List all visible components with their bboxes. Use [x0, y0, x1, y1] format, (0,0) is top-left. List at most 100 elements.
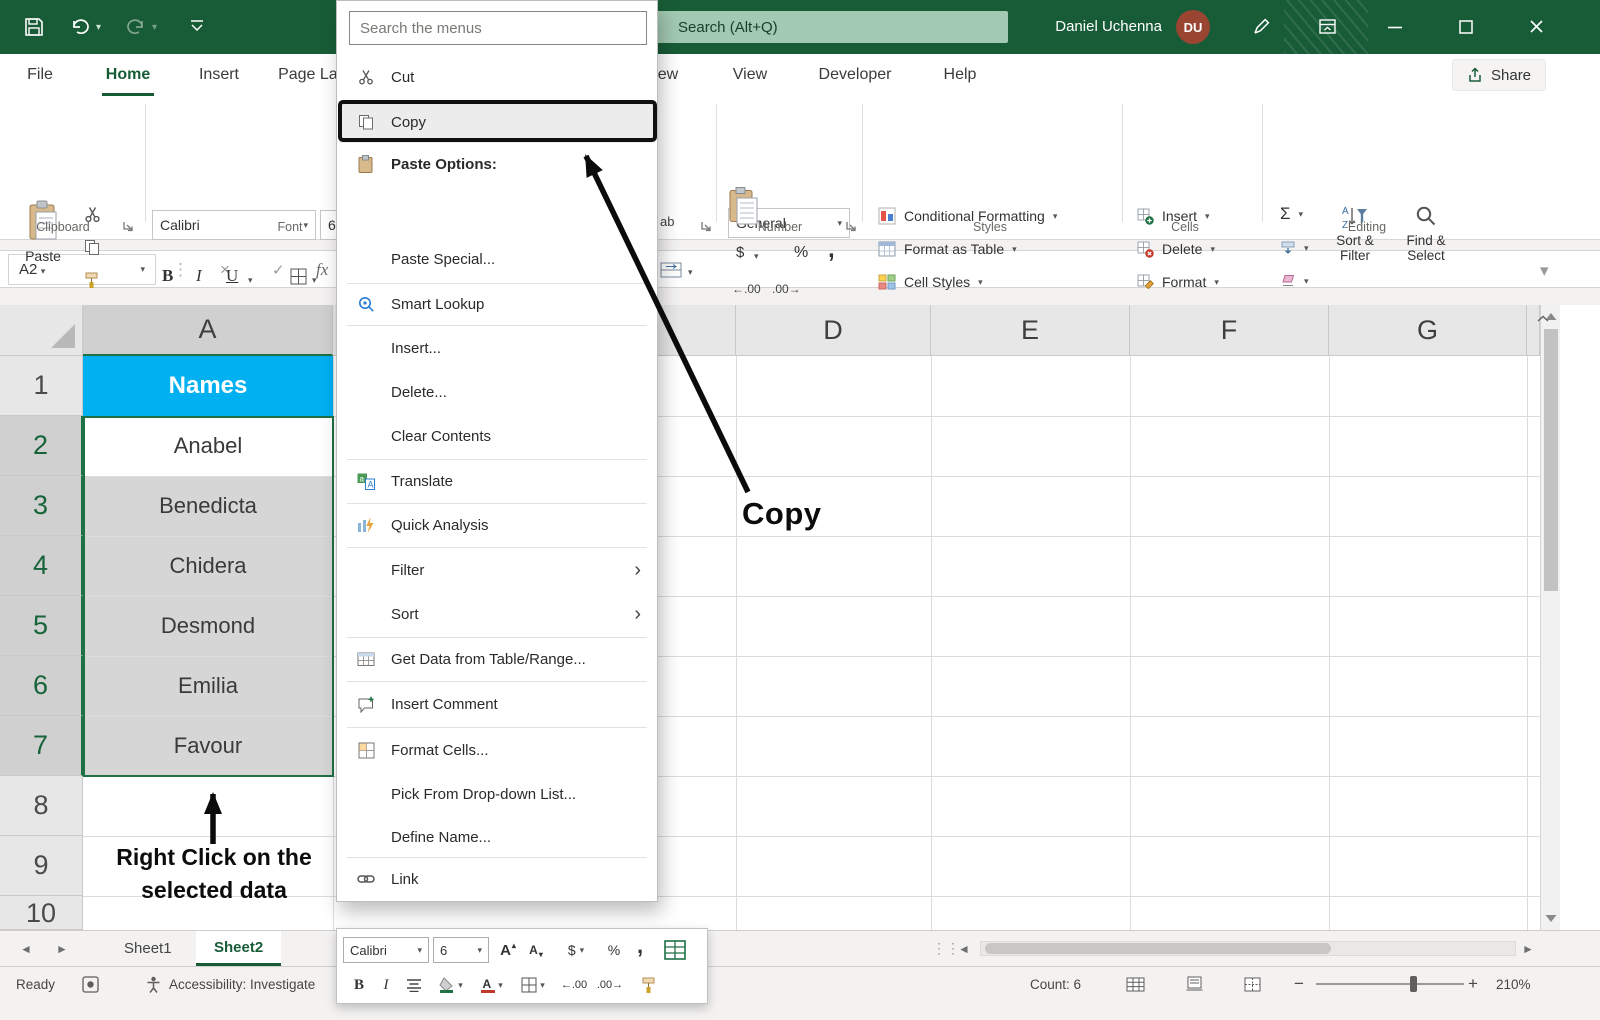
close-button[interactable]	[1529, 19, 1544, 34]
titlebar-search-input[interactable]	[640, 11, 1008, 43]
status-count[interactable]: Count: 6	[1030, 967, 1081, 1001]
redo-dropdown-icon[interactable]: ▾	[152, 22, 157, 33]
borders-button[interactable]	[290, 268, 307, 285]
titlebar-search[interactable]	[640, 11, 1008, 43]
vertical-scroll-thumb[interactable]	[1544, 329, 1558, 591]
column-header-g[interactable]: G	[1329, 305, 1527, 356]
cell-a3[interactable]: Benedicta	[83, 476, 333, 536]
sheet-nav-right-icon[interactable]: ►	[56, 931, 68, 966]
view-page-break-icon[interactable]	[1244, 967, 1261, 1001]
mini-italic-button[interactable]: I	[375, 971, 397, 999]
row-header-10[interactable]: 10	[0, 896, 83, 930]
column-header-e[interactable]: E	[931, 305, 1130, 356]
undo-dropdown-icon[interactable]: ▾	[96, 22, 101, 33]
row-header-2[interactable]: 2	[0, 416, 83, 476]
mini-format-painter-button[interactable]	[633, 971, 663, 999]
decrease-decimal-button[interactable]: .00→	[772, 282, 801, 296]
wrap-text-icon-partial[interactable]: ab	[660, 214, 674, 229]
autosum-button[interactable]: Σ ▾	[1280, 200, 1303, 228]
currency-button[interactable]: $	[736, 244, 744, 261]
fill-color-button[interactable]: ▾	[433, 971, 469, 999]
row-header-5[interactable]: 5	[0, 596, 83, 656]
zoom-slider-thumb[interactable]	[1410, 976, 1417, 992]
mini-font-name-combo[interactable]: Calibri ▾	[343, 937, 429, 963]
avatar[interactable]: DU	[1176, 10, 1210, 44]
splitter-grip-icon[interactable]: ⋮⋮	[932, 931, 960, 966]
tab-developer[interactable]: Developer	[796, 54, 914, 96]
cell-a7[interactable]: Favour	[83, 716, 333, 776]
tab-file[interactable]: File	[16, 54, 64, 96]
zoom-in-icon[interactable]: +	[1468, 967, 1478, 1001]
menu-item-sort[interactable]: Sort ›	[339, 593, 655, 635]
tab-home[interactable]: Home	[96, 54, 160, 96]
menu-item-insert-comment[interactable]: Insert Comment	[339, 683, 655, 725]
menu-item-paste-special[interactable]: Paste Special...	[339, 239, 655, 279]
merge-center-dropdown-icon[interactable]: ▾	[688, 268, 693, 277]
enter-check-icon[interactable]: ✓	[272, 251, 285, 289]
name-box-dropdown-icon[interactable]: ▾	[140, 265, 145, 274]
clipboard-dialog-launcher[interactable]	[122, 220, 134, 232]
format-painter-button[interactable]	[84, 272, 99, 289]
paste-button[interactable]: Paste ▾	[14, 200, 72, 276]
menu-item-link[interactable]: Link	[339, 859, 655, 899]
number-dialog-launcher[interactable]	[845, 220, 857, 232]
row-header-3[interactable]: 3	[0, 476, 83, 536]
scroll-down-icon[interactable]	[1544, 913, 1558, 923]
bold-button[interactable]: B	[162, 266, 173, 286]
accessibility-status[interactable]: Accessibility: Investigate	[146, 967, 315, 1001]
alignment-dialog-launcher[interactable]	[700, 220, 712, 232]
row-header-7[interactable]: 7	[0, 716, 83, 776]
clear-button[interactable]: ▾	[1280, 267, 1309, 295]
vertical-scrollbar[interactable]	[1540, 305, 1560, 930]
view-page-layout-icon[interactable]	[1186, 967, 1203, 1001]
cell-a6[interactable]: Emilia	[83, 656, 333, 716]
cell-a5[interactable]: Desmond	[83, 596, 333, 656]
format-cells-ribbon-button[interactable]: Format ▾	[1136, 268, 1219, 296]
zoom-level[interactable]: 210%	[1496, 967, 1531, 1001]
row-header-4[interactable]: 4	[0, 536, 83, 596]
minimize-button[interactable]	[1388, 26, 1402, 29]
view-normal-icon[interactable]	[1126, 967, 1145, 1001]
menu-item-insert[interactable]: Insert...	[339, 327, 655, 369]
menu-item-cut[interactable]: Cut	[339, 57, 655, 97]
sheet-nav-left-icon[interactable]: ◄	[20, 931, 32, 966]
grow-font-button[interactable]: A▴	[495, 937, 521, 963]
menu-item-copy[interactable]: Copy	[339, 101, 655, 143]
share-button[interactable]: Share	[1452, 59, 1546, 91]
tab-help[interactable]: Help	[928, 54, 992, 96]
menu-item-format-cells[interactable]: Format Cells...	[339, 729, 655, 771]
hscroll-left-icon[interactable]: ◄	[958, 931, 970, 966]
row-header-9[interactable]: 9	[0, 836, 83, 896]
mini-comma-button[interactable]: ,	[629, 931, 651, 961]
fill-button[interactable]: ▾	[1280, 234, 1309, 262]
menu-search-input[interactable]	[349, 11, 647, 45]
percent-button[interactable]: %	[794, 244, 808, 262]
ribbon-display-options-icon[interactable]	[1318, 17, 1337, 36]
borders-dropdown-icon[interactable]: ▾	[312, 276, 317, 285]
cell-styles-button[interactable]: Cell Styles ▾	[878, 268, 983, 296]
zoom-out-icon[interactable]: −	[1294, 967, 1304, 1001]
collapse-ribbon-icon[interactable]	[1536, 314, 1550, 323]
format-as-table-button[interactable]: Format as Table ▾	[878, 235, 1017, 263]
mini-borders-button[interactable]: ▾	[515, 971, 551, 999]
fx-icon[interactable]: fx	[316, 251, 328, 289]
underline-button[interactable]: U	[226, 266, 238, 286]
undo-icon[interactable]	[70, 18, 90, 36]
mini-currency-button[interactable]: $▾	[557, 937, 595, 963]
menu-item-get-data[interactable]: Get Data from Table/Range...	[339, 639, 655, 679]
column-header-d[interactable]: D	[736, 305, 931, 356]
increase-decimal-button[interactable]: ←.00	[732, 282, 761, 296]
user-name[interactable]: Daniel Uchenna	[1038, 0, 1162, 54]
row-header-8[interactable]: 8	[0, 776, 83, 836]
mini-increase-decimal-button[interactable]: ←.00	[557, 971, 591, 999]
paste-option-keep-formatting[interactable]	[729, 187, 759, 225]
center-align-button[interactable]	[401, 971, 427, 999]
underline-dropdown-icon[interactable]: ▾	[248, 276, 253, 285]
menu-item-define-name[interactable]: Define Name...	[339, 817, 655, 857]
menu-item-clear-contents[interactable]: Clear Contents	[339, 415, 655, 457]
redo-icon[interactable]	[126, 18, 146, 36]
macro-record-icon[interactable]	[82, 967, 99, 1001]
mini-font-size-combo[interactable]: 6 ▾	[433, 937, 489, 963]
mini-bold-button[interactable]: B	[347, 971, 371, 999]
hscroll-right-icon[interactable]: ►	[1522, 931, 1534, 966]
